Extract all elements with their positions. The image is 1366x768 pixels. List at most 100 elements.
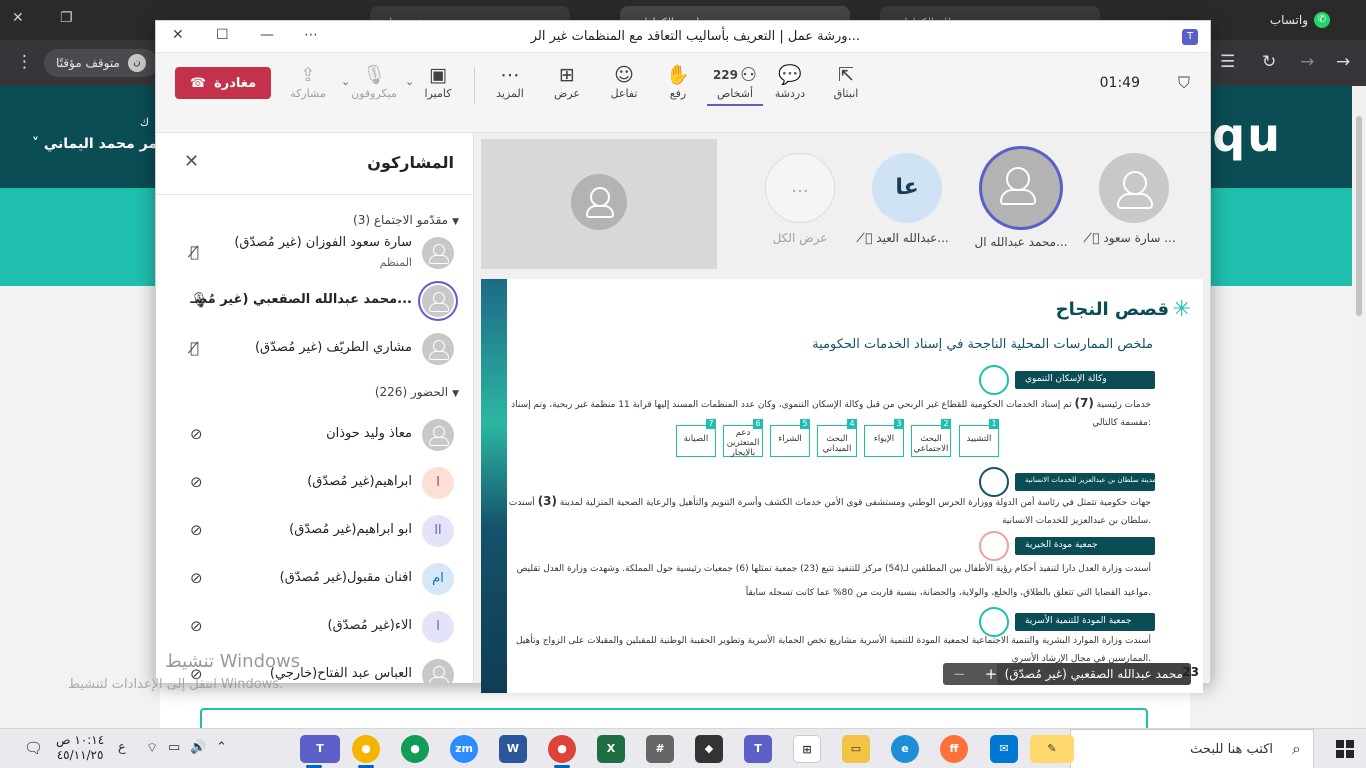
react-button[interactable]: ☺ تفاعل — [596, 63, 652, 100]
participant-row[interactable]: 🎙 محمد عبدالله الصقعبي (غير مُصـ... — [156, 277, 473, 325]
taskbar-app-word[interactable]: W — [499, 735, 527, 763]
participant-row[interactable]: ⊘ ابراهيم(غير مُصدّق) ا — [156, 459, 473, 507]
participant-row[interactable]: ⊘ الاء(غير مُصدّق) ا — [156, 603, 473, 651]
chat-label: دردشة — [774, 87, 806, 100]
shield-icon[interactable]: ⛉ — [1178, 73, 1190, 93]
taskbar-app-excel[interactable]: X — [597, 735, 625, 763]
mic-button[interactable]: 🎙 ميكروفون — [346, 63, 402, 100]
step-number: 4 — [847, 419, 857, 429]
taskbar-app-chrome[interactable]: ● — [352, 735, 380, 768]
step-label: التشييد — [966, 434, 992, 444]
start-button[interactable] — [1336, 740, 1354, 758]
chevron-down-icon: ˅ — [32, 136, 44, 152]
participant-row[interactable]: 🎙̸ سارة سعود الفوزان (غير مُصدّق) المنظم — [156, 229, 473, 277]
participant-name: الاء(غير مُصدّق) — [327, 618, 412, 633]
whatsapp-tab[interactable]: واتساب ✆ — [1270, 12, 1330, 28]
view-label: عرض — [554, 87, 580, 100]
window-titlebar: ✕ ☐ — ⋯ ورشة عمل | التعريف بأساليب التعا… — [156, 21, 1210, 53]
avatar: ا — [422, 611, 454, 643]
profile-paused-button[interactable]: متوقف مؤقتًا ن — [44, 49, 158, 77]
tab-search-icon[interactable]: ☰ — [1220, 52, 1235, 72]
battery-icon[interactable]: ▭ — [168, 740, 180, 755]
minimize-icon[interactable]: — — [260, 27, 274, 43]
raise-hand-icon: ✋ — [666, 64, 690, 86]
taskbar-app-firefox[interactable]: ff — [940, 735, 968, 763]
browser-menu-icon[interactable]: ⋮ — [16, 52, 33, 72]
raise-hand-button[interactable]: ✋ رفع — [650, 63, 706, 100]
forward-icon[interactable]: → — [1300, 52, 1314, 72]
activation-watermark-title: تنشيط Windows — [165, 651, 301, 672]
leave-button[interactable]: ☎ مغادرة — [175, 67, 271, 99]
step-number: 1 — [989, 419, 999, 429]
view-all-button[interactable]: ... عرض الكل — [760, 153, 840, 245]
more-button[interactable]: ⋯ المزيد — [482, 63, 538, 100]
participant-name: محمد عبدالله الصقعبي (غير مُصـ... — [190, 292, 412, 307]
wifi-icon[interactable]: ⌔ — [146, 740, 158, 756]
taskbar-app-teams-active[interactable]: T — [300, 735, 340, 768]
video-tile[interactable]: محمد عبدالله ال... — [966, 149, 1076, 249]
participant-row[interactable]: ⊘ ابو ابراهيم(غير مُصدّق) اا — [156, 507, 473, 555]
back-icon[interactable]: → — [1336, 52, 1350, 72]
zoom-in-button[interactable]: + — [985, 665, 998, 683]
taskbar-app-store[interactable]: ⊞ — [793, 735, 821, 763]
content-share-tile[interactable] — [481, 139, 717, 269]
avatar: عا — [872, 153, 942, 223]
presenters-section-header[interactable]: مقدّمو الاجتماع (3) ▼ — [353, 213, 459, 227]
close-icon[interactable]: ✕ — [172, 27, 184, 43]
taskbar-app-files[interactable]: ▭ — [842, 735, 870, 763]
meeting-toolbar: ☎ مغادرة ⇪ مشاركة ⌄ 🎙 ميكروفون ⌄ ▣ كاميرا ⋯… — [156, 53, 1210, 133]
notification-icon[interactable]: 🗨 — [24, 739, 43, 757]
video-tile[interactable]: عا 🎙̸ عبدالله العيد... — [862, 153, 952, 245]
step-label: البحث الاجتماعي — [913, 434, 949, 454]
chevron-up-icon[interactable]: ⌃ — [216, 740, 227, 755]
slide-number-highlight: (7) — [1074, 396, 1094, 410]
taskbar-search[interactable]: ⌕ اكتب هنا للبحث — [1070, 729, 1314, 768]
video-tile[interactable]: 🎙̸ سارة سعود ... — [1084, 153, 1184, 245]
attendees-section-header[interactable]: الحضور (226) ▼ — [375, 385, 459, 399]
share-button[interactable]: ⇪ مشاركة — [280, 63, 336, 100]
activation-watermark-text: انتقل إلى الإعدادات لتنشيط Windows. — [68, 677, 284, 692]
slide-text: خدمات رئيسية — [1096, 400, 1151, 410]
taskbar-app-roblox[interactable]: ◆ — [695, 735, 723, 763]
step-box: 5 الشراء — [770, 419, 810, 457]
maximize-icon[interactable]: ☐ — [216, 27, 229, 43]
reload-icon[interactable]: ↻ — [1262, 52, 1276, 72]
taskbar-app-calculator[interactable]: # — [646, 735, 674, 763]
person-icon: ⚇ — [740, 64, 758, 86]
language-indicator[interactable]: ع — [118, 740, 126, 755]
taskbar-app-zoom[interactable]: zm — [450, 735, 478, 763]
site-user-menu[interactable]: ˅ عمر محمد اليماني — [32, 136, 167, 152]
people-button[interactable]: 229 ⚇ أشخاص — [707, 63, 763, 106]
zoom-out-button[interactable]: − — [953, 665, 966, 683]
smiley-icon: ☺ — [614, 64, 634, 86]
avatar — [422, 285, 454, 317]
view-button[interactable]: ⊞ عرض — [539, 63, 595, 100]
avatar: ا — [422, 467, 454, 499]
participant-row[interactable]: ⊘ افنان مقبول(غير مُصدّق) ام — [156, 555, 473, 603]
taskbar-app-chrome[interactable]: ● — [548, 735, 576, 768]
camera-label: كاميرا — [424, 87, 452, 100]
taskbar-app-edge[interactable]: e — [891, 735, 919, 763]
restore-window-icon[interactable]: ❐ — [60, 10, 73, 26]
taskbar-app-chrome[interactable]: ● — [401, 735, 429, 763]
search-placeholder: اكتب هنا للبحث — [1190, 742, 1273, 757]
step-label: الشراء — [778, 434, 802, 444]
step-box: 1 التشييد — [959, 419, 999, 457]
taskbar-app-mail[interactable]: ✉ — [990, 735, 1018, 763]
close-icon[interactable]: ✕ — [184, 151, 199, 172]
more-options-icon[interactable]: ⋯ — [304, 27, 318, 43]
share-icon: ⇪ — [300, 64, 316, 86]
participant-row[interactable]: 🎙̸ مشاري الطريّف (غير مُصدّق) — [156, 325, 473, 373]
avatar — [422, 659, 454, 683]
page-scrollbar[interactable] — [1352, 86, 1366, 728]
taskbar-app-paint[interactable]: ✎ — [1030, 735, 1074, 763]
scrollbar-thumb[interactable] — [1356, 116, 1362, 316]
chat-button[interactable]: 💬 دردشة — [762, 63, 818, 100]
close-window-icon[interactable]: ✕ — [12, 10, 24, 26]
camera-button[interactable]: ▣ كاميرا — [410, 63, 466, 100]
volume-icon[interactable]: 🔊 — [190, 740, 206, 755]
participant-row[interactable]: ⊘ معاذ وليد حوذان — [156, 411, 473, 459]
popout-button[interactable]: ⇱ انبثاق — [818, 63, 874, 100]
taskbar-app-teams[interactable]: T — [744, 735, 772, 763]
taskbar-clock[interactable]: ١٠:١٤ ص ٤٥/١١/٢٥ — [56, 733, 104, 763]
